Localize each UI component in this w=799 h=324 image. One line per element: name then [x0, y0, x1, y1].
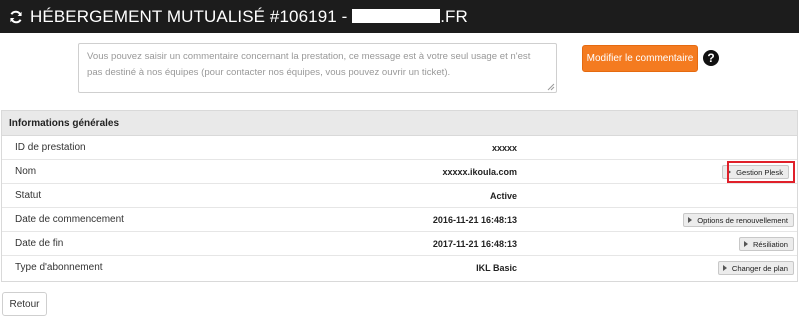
- highlight-box: [727, 161, 795, 183]
- row-label: Date de fin: [15, 238, 64, 249]
- modify-comment-button[interactable]: Modifier le commentaire: [582, 45, 698, 72]
- row-end-date: Date de fin 2017-11-21 16:48:13 Résiliat…: [2, 232, 797, 256]
- general-info-panel: Informations générales ID de prestation …: [1, 110, 798, 282]
- row-status: Statut Active: [2, 184, 797, 208]
- panel-title: Informations générales: [2, 111, 797, 136]
- renewal-options-button[interactable]: Options de renouvellement: [683, 213, 794, 227]
- play-icon: [743, 241, 748, 247]
- top-bar: HÉBERGEMENT MUTUALISÉ #106191 - .FR: [0, 0, 799, 33]
- row-label: Nom: [15, 166, 37, 177]
- row-label: ID de prestation: [15, 142, 86, 153]
- row-label: Statut: [15, 190, 42, 201]
- back-button[interactable]: Retour: [2, 292, 47, 316]
- resize-handle-icon[interactable]: [547, 83, 555, 91]
- row-value: IKL Basic: [476, 263, 517, 273]
- row-name: Nom xxxxx.ikoula.com Gestion Plesk: [2, 160, 797, 184]
- action-label: Options de renouvellement: [697, 215, 788, 225]
- row-subscription-type: Type d'abonnement IKL Basic Changer de p…: [2, 256, 797, 280]
- title-suffix: .FR: [440, 6, 468, 26]
- row-label: Date de commencement: [15, 214, 124, 225]
- row-label: Type d'abonnement: [15, 262, 103, 273]
- comment-textarea[interactable]: Vous pouvez saisir un commentaire concer…: [78, 43, 557, 93]
- play-icon: [688, 217, 693, 223]
- row-value: 2017-11-21 16:48:13: [432, 239, 517, 249]
- action-label: Changer de plan: [731, 263, 788, 273]
- row-value: xxxxx.ikoula.com: [442, 167, 517, 177]
- masked-domain: [352, 8, 441, 23]
- row-value: Active: [489, 191, 517, 201]
- play-icon: [722, 265, 727, 271]
- change-plan-button[interactable]: Changer de plan: [717, 261, 794, 275]
- cancellation-button[interactable]: Résiliation: [738, 237, 794, 251]
- row-value: xxxxx: [491, 143, 517, 153]
- row-service-id: ID de prestation xxxxx: [2, 136, 797, 160]
- title-prefix: HÉBERGEMENT MUTUALISÉ #106191 -: [30, 6, 348, 26]
- help-icon[interactable]: ?: [703, 50, 719, 66]
- row-start-date: Date de commencement 2016-11-21 16:48:13…: [2, 208, 797, 232]
- row-value: 2016-11-21 16:48:13: [432, 215, 517, 225]
- action-label: Résiliation: [752, 239, 788, 249]
- comment-placeholder: Vous pouvez saisir un commentaire concer…: [87, 51, 531, 78]
- page-title: HÉBERGEMENT MUTUALISÉ #106191 - .FR: [30, 7, 468, 27]
- refresh-icon[interactable]: [9, 10, 23, 24]
